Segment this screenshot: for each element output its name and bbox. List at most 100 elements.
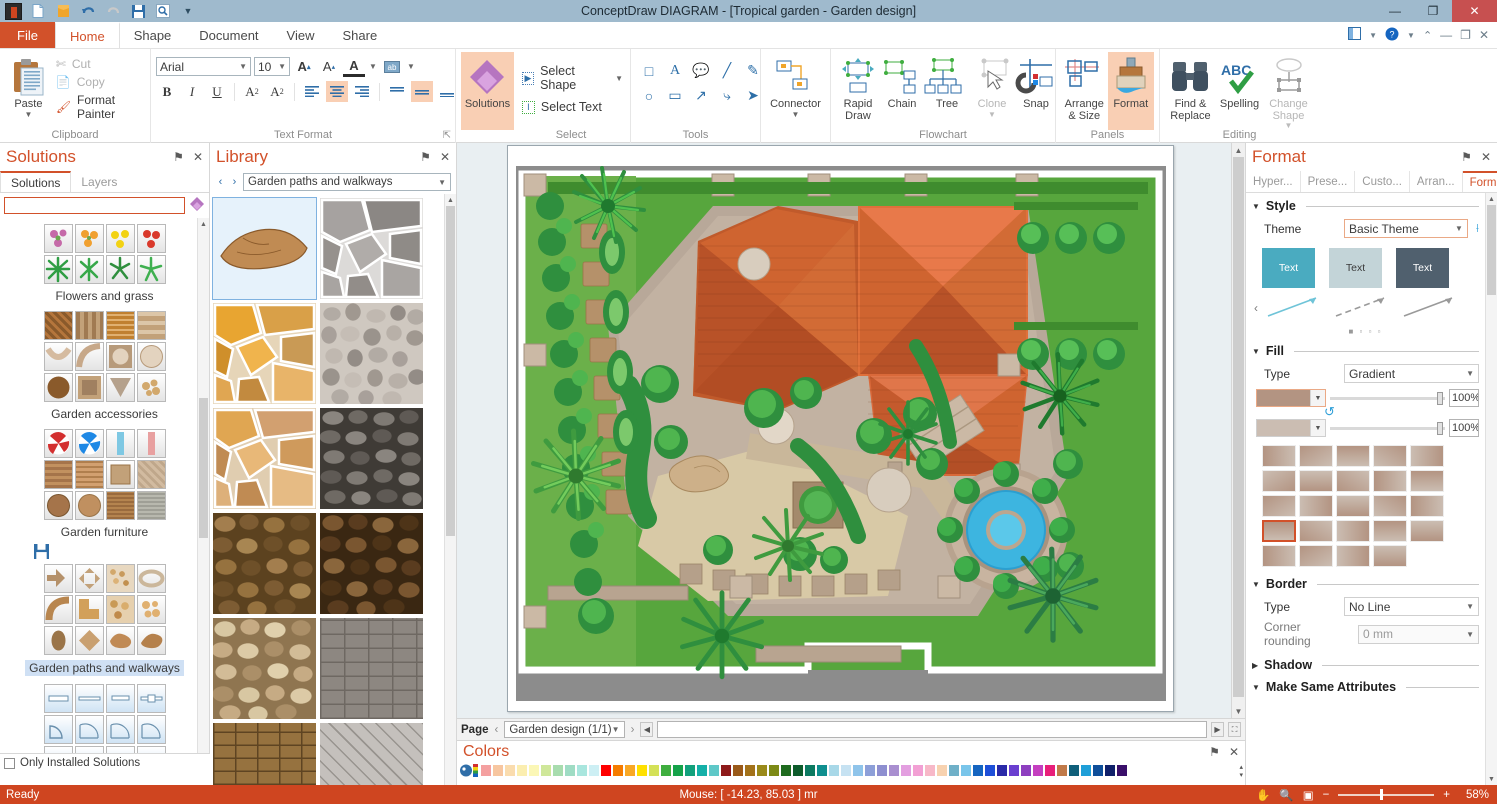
minimize-button[interactable]: — (1376, 0, 1414, 22)
garden-design-drawing[interactable] (508, 146, 1173, 711)
library-selector[interactable]: Garden paths and walkways ▼ (243, 173, 451, 191)
library-item[interactable] (213, 303, 316, 404)
align-top-button[interactable] (386, 81, 408, 102)
solution-group[interactable]: Garden furniture (0, 423, 209, 541)
superscript-button[interactable]: A2 (241, 81, 263, 102)
color-swatch[interactable] (828, 764, 840, 777)
color-swatch[interactable] (600, 764, 612, 777)
shape-thumb[interactable] (136, 255, 166, 284)
color-swatch[interactable] (1020, 764, 1032, 777)
ellipse-tool[interactable]: ○ (636, 83, 662, 108)
shape-thumb[interactable] (105, 342, 135, 371)
tab-arrange[interactable]: Arran... (1410, 171, 1463, 192)
color-swatch[interactable] (852, 764, 864, 777)
font-name-caret-icon[interactable]: ▼ (239, 62, 247, 71)
font-color-button[interactable]: A (343, 56, 365, 77)
color-swatch[interactable] (684, 764, 696, 777)
color-swatch[interactable] (492, 764, 504, 777)
library-item[interactable] (213, 618, 316, 719)
color-swatch[interactable] (756, 764, 768, 777)
shape-thumb[interactable] (136, 626, 166, 655)
solutions-list[interactable]: ▲ ▼ Flowers and grass (0, 218, 209, 772)
cut-button[interactable]: ✄ Cut (56, 57, 143, 71)
gradient-style-option[interactable] (1373, 520, 1407, 542)
highlight-color-button[interactable]: ab (381, 56, 403, 77)
page-scroll-right-icon[interactable]: ▶ (1211, 722, 1224, 737)
theme-lock-icon[interactable]: ⟊ (1476, 221, 1479, 236)
color-swatch[interactable] (504, 764, 516, 777)
shape-thumb[interactable] (136, 491, 166, 520)
tab-file[interactable]: File (0, 22, 55, 48)
color-swatch[interactable] (696, 764, 708, 777)
color-swatch[interactable] (804, 764, 816, 777)
gradient-style-option[interactable] (1299, 445, 1333, 467)
swatch-list[interactable] (480, 764, 1128, 777)
library-scroll-up-icon[interactable]: ▲ (445, 194, 456, 206)
format-scroll-thumb[interactable] (1487, 205, 1496, 295)
style-preview-3[interactable]: Text (1396, 248, 1449, 288)
rectangle-tool[interactable]: □ (636, 58, 662, 83)
gradient-style-option[interactable] (1336, 470, 1370, 492)
shape-thumb[interactable] (43, 715, 73, 744)
shape-thumb[interactable] (74, 491, 104, 520)
tab-share[interactable]: Share (328, 22, 391, 48)
shape-thumb[interactable] (74, 373, 104, 402)
clone-button[interactable]: Clone ▼ (970, 52, 1014, 119)
color-swatch[interactable] (720, 764, 732, 777)
fill-color1-picker[interactable]: ▼ (1256, 389, 1326, 407)
solution-group[interactable]: Garden accessories (0, 305, 209, 423)
solutions-button[interactable]: Solutions (461, 52, 514, 130)
shape-thumb[interactable] (136, 224, 166, 253)
style-preview-2[interactable]: Text (1329, 248, 1382, 288)
style-preview-1[interactable]: Text (1262, 248, 1315, 288)
gradient-style-option[interactable] (1262, 545, 1296, 567)
gradient-style-option[interactable] (1299, 470, 1333, 492)
zoom-slider[interactable] (1338, 789, 1435, 800)
paste-button[interactable]: Paste ▼ (5, 52, 52, 119)
library-item[interactable] (320, 303, 423, 404)
color-swatch[interactable] (840, 764, 852, 777)
gradient-style-option[interactable] (1299, 495, 1333, 517)
customize-qat-icon[interactable]: ▼ (179, 2, 197, 20)
undo-icon[interactable] (79, 2, 97, 20)
color-swatch[interactable] (984, 764, 996, 777)
color-swatch[interactable] (1068, 764, 1080, 777)
shape-thumb[interactable] (136, 373, 166, 402)
color-swatch[interactable] (912, 764, 924, 777)
tab-document[interactable]: Document (185, 22, 272, 48)
page-selector-caret-icon[interactable]: ▼ (612, 725, 620, 734)
border-type-caret-icon[interactable]: ▼ (1466, 602, 1474, 611)
style-pager-dots[interactable]: ■ ▫ ▫ ▫ (1246, 325, 1485, 338)
format-scroll-down-icon[interactable]: ▼ (1486, 773, 1497, 785)
only-installed-checkbox[interactable] (4, 757, 15, 769)
align-center-button[interactable] (326, 81, 348, 102)
shape-thumb[interactable] (74, 626, 104, 655)
textbox-tool[interactable]: ▭ (662, 83, 688, 108)
corner-rounding-selector[interactable]: 0 mm ▼ (1358, 624, 1479, 644)
solutions-pin-icon[interactable]: ⚑ (173, 150, 184, 164)
line-tool[interactable]: ╱ (714, 58, 740, 83)
shape-thumb[interactable] (43, 564, 73, 593)
format-painter-button[interactable]: 🖌 Format Painter (56, 93, 143, 121)
font-color-caret-icon[interactable]: ▼ (368, 56, 378, 77)
fill-opacity1-value[interactable]: 100% (1449, 389, 1479, 407)
format-panel-button[interactable]: Format (1107, 52, 1154, 130)
library-selector-caret-icon[interactable]: ▼ (438, 178, 446, 187)
solutions-scrollbar[interactable]: ▲ ▼ (197, 218, 209, 772)
library-scrollbar[interactable]: ▲ ▼ (444, 194, 456, 804)
gradient-style-option[interactable] (1299, 520, 1333, 542)
text-tool[interactable]: A (662, 58, 688, 83)
app-icon[interactable] (5, 2, 22, 20)
solutions-scroll-up-icon[interactable]: ▲ (198, 218, 209, 230)
bold-button[interactable]: B (156, 81, 178, 102)
gradient-style-option[interactable] (1336, 445, 1370, 467)
library-pin-icon[interactable]: ⚑ (420, 150, 431, 164)
page-fit-icon[interactable]: ⛶ (1228, 722, 1241, 737)
shape-thumb[interactable] (74, 255, 104, 284)
gradient-style-option[interactable] (1299, 545, 1333, 567)
make-same-collapse-icon[interactable]: ▼ (1252, 683, 1260, 692)
shape-thumb[interactable] (105, 311, 135, 340)
color-swatch[interactable] (996, 764, 1008, 777)
shape-thumb[interactable] (74, 460, 104, 489)
shape-thumb[interactable] (136, 684, 166, 713)
